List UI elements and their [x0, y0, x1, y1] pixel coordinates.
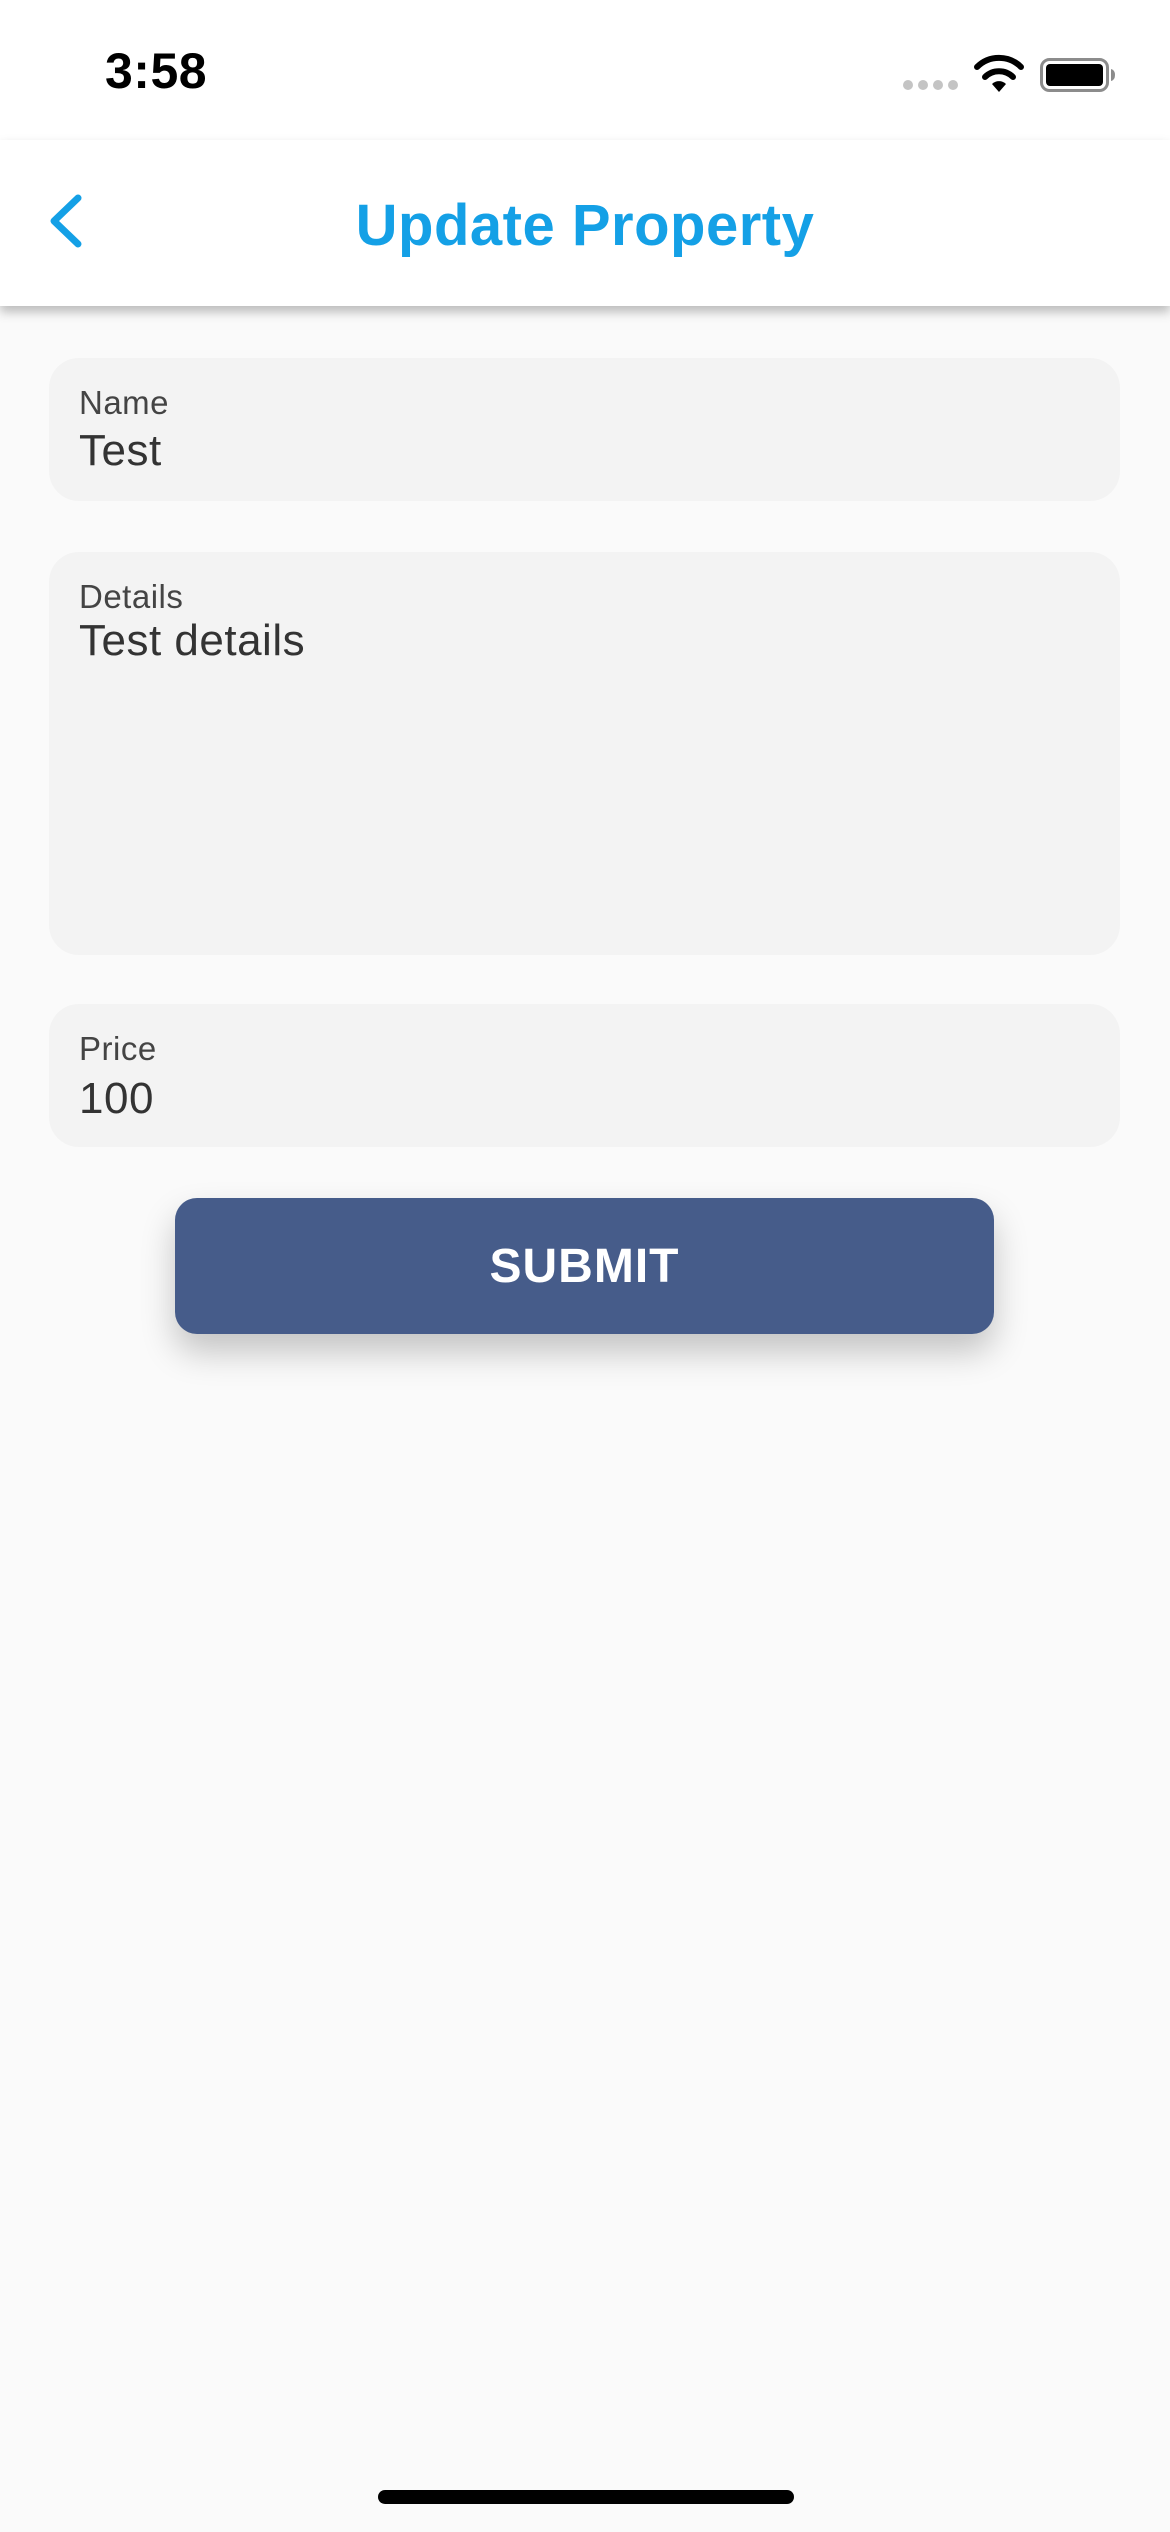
cellular-signal-icon — [903, 80, 959, 92]
wifi-icon — [974, 54, 1024, 92]
app-bar: Update Property — [0, 140, 1170, 306]
details-field-label: Details — [79, 578, 184, 615]
name-field-label: Name — [79, 384, 170, 421]
page-title: Update Property — [355, 193, 815, 258]
name-field[interactable]: Name Test — [49, 358, 1120, 501]
details-field-value[interactable]: Test details — [79, 616, 305, 666]
price-field[interactable]: Price 100 — [49, 1004, 1120, 1147]
details-field[interactable]: Details Test details — [49, 552, 1120, 955]
home-indicator[interactable] — [378, 2490, 794, 2504]
screen: 3:58 Update Property Name Test Details T… — [0, 0, 1170, 2532]
status-time: 3:58 — [105, 43, 208, 99]
battery-icon — [1040, 58, 1115, 92]
submit-button-label: SUBMIT — [489, 1239, 680, 1293]
submit-button[interactable]: SUBMIT — [175, 1198, 994, 1334]
price-field-value[interactable]: 100 — [79, 1074, 154, 1124]
price-field-label: Price — [79, 1030, 157, 1067]
name-field-value[interactable]: Test — [79, 426, 162, 476]
status-bar: 3:58 — [0, 0, 1170, 140]
